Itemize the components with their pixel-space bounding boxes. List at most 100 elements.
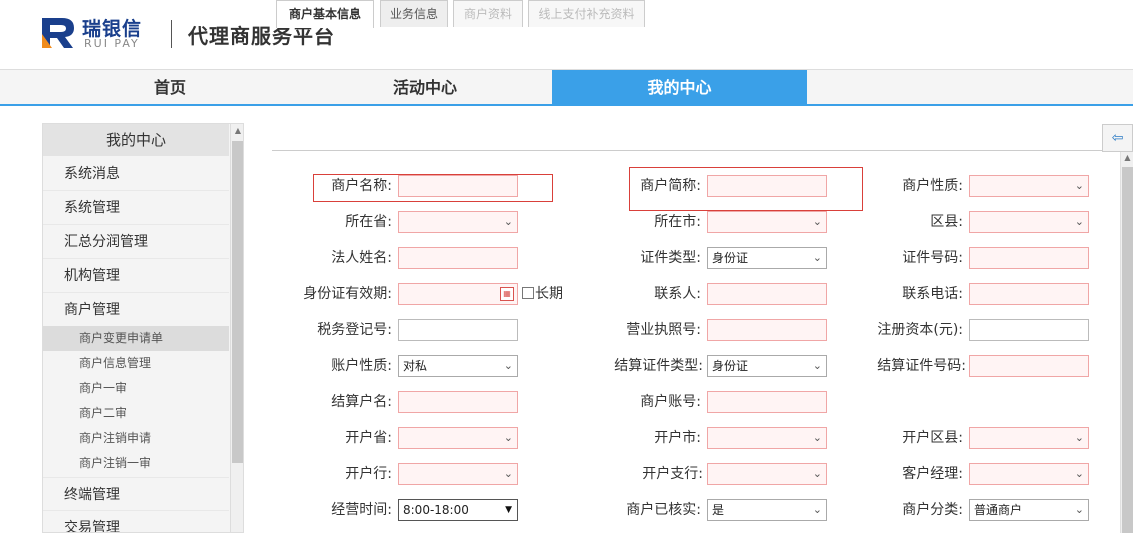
chevron-down-icon: ⌄ bbox=[812, 251, 822, 264]
settle-name-input[interactable] bbox=[398, 391, 518, 413]
bank-select[interactable]: ⌄ bbox=[398, 463, 518, 485]
bank-city-select[interactable]: ⌄ bbox=[707, 427, 827, 449]
main-nav: 首页 活动中心 我的中心 bbox=[0, 69, 1133, 106]
merchant-short-input[interactable] bbox=[707, 175, 827, 197]
label-settle-name: 结算户名: bbox=[331, 394, 392, 410]
biz-hours-value: 8:00-18:00 bbox=[403, 503, 469, 517]
sidebar-item-system-management[interactable]: 系统管理 bbox=[43, 191, 229, 225]
label-reg-capital: 注册资本(元): bbox=[877, 322, 963, 338]
label-bank-city: 开户市: bbox=[654, 430, 701, 446]
category-value: 普通商户 bbox=[974, 503, 1023, 517]
sidebar-sub-merchant-change[interactable]: 商户变更申请单 bbox=[43, 326, 229, 351]
label-contact-phone: 联系电话: bbox=[902, 286, 963, 302]
label-biz-hours: 经营时间: bbox=[331, 502, 392, 518]
merchant-nature-select[interactable]: ⌄ bbox=[969, 175, 1089, 197]
dropdown-triangle-icon: ▼ bbox=[505, 505, 512, 515]
label-tax-no: 税务登记号: bbox=[317, 322, 392, 338]
manager-select[interactable]: ⌄ bbox=[969, 463, 1089, 485]
chevron-down-icon: ⌄ bbox=[812, 359, 822, 372]
label-manager: 客户经理: bbox=[902, 466, 963, 482]
bank-county-select[interactable]: ⌄ bbox=[969, 427, 1089, 449]
label-city: 所在市: bbox=[654, 214, 701, 230]
account-no-input[interactable] bbox=[707, 391, 827, 413]
verified-select[interactable]: 是 ⌄ bbox=[707, 499, 827, 521]
sidebar-sub-cancel-review[interactable]: 商户注销一审 bbox=[43, 451, 229, 476]
collapse-button[interactable]: ⇦ bbox=[1102, 124, 1133, 152]
chevron-down-icon: ⌄ bbox=[503, 215, 513, 228]
sidebar-sub-merchant-info[interactable]: 商户信息管理 bbox=[43, 351, 229, 376]
label-province: 所在省: bbox=[345, 214, 392, 230]
sidebar-item-profit-summary[interactable]: 汇总分润管理 bbox=[43, 225, 229, 259]
sidebar-item-merchant-management[interactable]: 商户管理 bbox=[43, 293, 229, 327]
account-nature-select[interactable]: 对私 ⌄ bbox=[398, 355, 518, 377]
scroll-thumb[interactable] bbox=[232, 141, 243, 463]
scroll-thumb[interactable] bbox=[1122, 167, 1133, 533]
sidebar-sub-first-review[interactable]: 商户一审 bbox=[43, 376, 229, 401]
sidebar-item-transaction-management[interactable]: 交易管理 bbox=[43, 511, 229, 532]
chevron-down-icon: ⌄ bbox=[1074, 467, 1084, 480]
reg-capital-input[interactable] bbox=[969, 319, 1089, 341]
tab-business-info[interactable]: 业务信息 bbox=[380, 0, 448, 27]
sidebar: 我的中心 系统消息 系统管理 汇总分润管理 机构管理 商户管理 商户变更申请单 … bbox=[42, 123, 244, 533]
chevron-down-icon: ⌄ bbox=[1074, 179, 1084, 192]
label-cert-no: 证件号码: bbox=[902, 250, 963, 266]
nav-activity-center[interactable]: 活动中心 bbox=[310, 70, 540, 106]
cert-no-input[interactable] bbox=[969, 247, 1089, 269]
label-verified: 商户已核实: bbox=[626, 502, 701, 518]
nav-home[interactable]: 首页 bbox=[55, 70, 285, 106]
label-bank-province: 开户省: bbox=[345, 430, 392, 446]
bank-province-select[interactable]: ⌄ bbox=[398, 427, 518, 449]
sidebar-item-system-messages[interactable]: 系统消息 bbox=[43, 157, 229, 191]
sidebar-scrollbar[interactable]: ▲ bbox=[230, 124, 243, 532]
biz-hours-select[interactable]: 8:00-18:00 ▼ bbox=[398, 499, 518, 521]
label-county: 区县: bbox=[930, 214, 963, 230]
chevron-down-icon: ⌄ bbox=[503, 431, 513, 444]
sidebar-title: 我的中心 bbox=[43, 124, 229, 156]
label-settle-cert-no: 结算证件号码: bbox=[877, 358, 966, 374]
cert-type-select[interactable]: 身份证 ⌄ bbox=[707, 247, 827, 269]
label-account-no: 商户账号: bbox=[640, 394, 701, 410]
merchant-name-input[interactable] bbox=[398, 175, 518, 197]
province-select[interactable]: ⌄ bbox=[398, 211, 518, 233]
scroll-up-icon[interactable]: ▲ bbox=[231, 126, 243, 135]
contact-phone-input[interactable] bbox=[969, 283, 1089, 305]
label-contact: 联系人: bbox=[654, 286, 701, 302]
settle-cert-type-select[interactable]: 身份证 ⌄ bbox=[707, 355, 827, 377]
verified-value: 是 bbox=[712, 503, 725, 517]
chevron-down-icon: ⌄ bbox=[1074, 431, 1084, 444]
chevron-down-icon: ⌄ bbox=[812, 215, 822, 228]
city-select[interactable]: ⌄ bbox=[707, 211, 827, 233]
tab-divider bbox=[272, 150, 1120, 151]
label-settle-cert-type: 结算证件类型: bbox=[614, 358, 703, 374]
sidebar-item-org-management[interactable]: 机构管理 bbox=[43, 259, 229, 293]
account-nature-value: 对私 bbox=[403, 359, 428, 373]
tab-merchant-basic-info[interactable]: 商户基本信息 bbox=[276, 0, 374, 28]
legal-name-input[interactable] bbox=[398, 247, 518, 269]
license-no-input[interactable] bbox=[707, 319, 827, 341]
category-select[interactable]: 普通商户 ⌄ bbox=[969, 499, 1089, 521]
sidebar-sub-cancel-apply[interactable]: 商户注销申请 bbox=[43, 426, 229, 451]
main-scrollbar[interactable]: ▲ bbox=[1120, 152, 1133, 533]
nav-my-center[interactable]: 我的中心 bbox=[552, 70, 807, 106]
calendar-icon[interactable]: ▦ bbox=[500, 287, 514, 301]
chevron-down-icon: ⌄ bbox=[812, 467, 822, 480]
settle-cert-no-input[interactable] bbox=[969, 355, 1089, 377]
contact-input[interactable] bbox=[707, 283, 827, 305]
county-select[interactable]: ⌄ bbox=[969, 211, 1089, 233]
long-term-label: 长期 bbox=[535, 286, 563, 302]
label-legal-name: 法人姓名: bbox=[331, 250, 392, 266]
bank-branch-select[interactable]: ⌄ bbox=[707, 463, 827, 485]
label-merchant-nature: 商户性质: bbox=[902, 178, 963, 194]
sidebar-item-terminal-management[interactable]: 终端管理 bbox=[43, 477, 229, 511]
label-id-valid: 身份证有效期: bbox=[303, 286, 392, 302]
id-valid-date-input[interactable]: ▦ bbox=[398, 283, 518, 305]
chevron-down-icon: ⌄ bbox=[503, 467, 513, 480]
label-merchant-short: 商户简称: bbox=[640, 178, 701, 194]
header-divider bbox=[171, 20, 172, 48]
sidebar-sub-second-review[interactable]: 商户二审 bbox=[43, 401, 229, 426]
cert-type-value: 身份证 bbox=[712, 251, 749, 265]
tax-no-input[interactable] bbox=[398, 319, 518, 341]
long-term-checkbox[interactable] bbox=[522, 287, 534, 299]
scroll-up-icon[interactable]: ▲ bbox=[1121, 153, 1133, 162]
label-merchant-name: 商户名称: bbox=[331, 178, 392, 194]
